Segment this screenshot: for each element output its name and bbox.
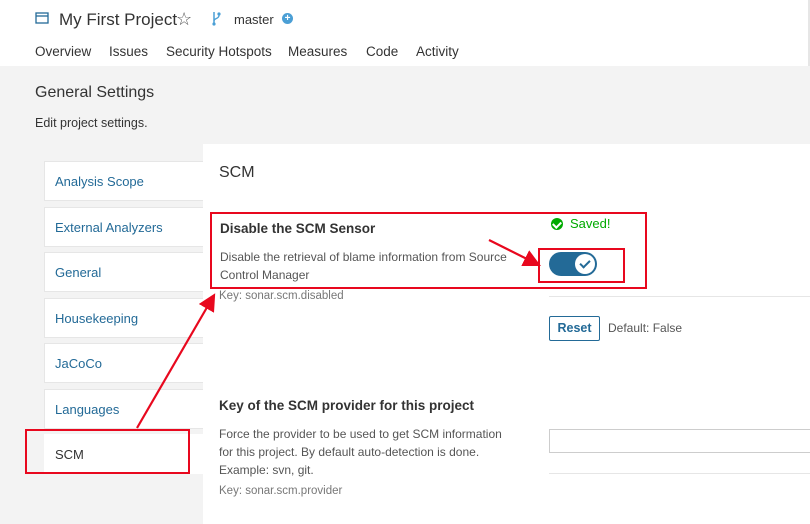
description-line: for this project. By default auto-detect… bbox=[219, 445, 480, 459]
star-icon[interactable]: ☆ bbox=[176, 9, 192, 30]
sidebar-item-label: General bbox=[55, 265, 102, 280]
divider bbox=[549, 296, 810, 297]
sidebar-item-label: External Analyzers bbox=[55, 220, 163, 235]
scm-provider-input[interactable] bbox=[549, 429, 810, 453]
page-subtitle: Edit project settings. bbox=[35, 116, 148, 130]
project-name[interactable]: My First Project bbox=[59, 10, 177, 30]
page-title: General Settings bbox=[35, 84, 155, 101]
sidebar-item-jacoco[interactable]: JaCoCo bbox=[44, 343, 204, 383]
default-value: Default: False bbox=[608, 321, 683, 335]
tab-measures[interactable]: Measures bbox=[288, 44, 347, 59]
setting-key: Key: sonar.scm.disabled bbox=[219, 290, 344, 302]
tab-overview[interactable]: Overview bbox=[35, 44, 91, 59]
tab-code[interactable]: Code bbox=[366, 44, 398, 59]
tab-security-hotspots[interactable]: Security Hotspots bbox=[166, 44, 272, 59]
sidebar-item-label: Languages bbox=[55, 402, 120, 417]
divider bbox=[549, 473, 810, 474]
sidebar-item-languages[interactable]: Languages bbox=[44, 389, 204, 429]
setting-key: Key: sonar.scm.provider bbox=[219, 485, 343, 497]
description-line: Force the provider to be used to get SCM… bbox=[219, 427, 502, 441]
sidebar-item-housekeeping[interactable]: Housekeeping bbox=[44, 298, 204, 338]
sidebar-item-label: Housekeeping bbox=[55, 311, 139, 326]
sidebar-item-general[interactable]: General bbox=[44, 252, 204, 292]
setting-name: Key of the SCM provider for this project bbox=[219, 398, 475, 413]
branch-name[interactable]: master bbox=[234, 12, 274, 27]
sidebar-item-label: Analysis Scope bbox=[55, 174, 144, 189]
description-line: Example: svn, git. bbox=[219, 463, 314, 477]
reset-button[interactable]: Reset bbox=[549, 316, 600, 341]
sidebar-item-external-analyzers[interactable]: External Analyzers bbox=[44, 207, 204, 247]
annotation-box bbox=[538, 248, 625, 283]
branch-icon bbox=[212, 12, 221, 26]
plus-icon[interactable]: + bbox=[282, 13, 293, 24]
project-icon bbox=[35, 12, 49, 24]
sidebar-item-analysis-scope[interactable]: Analysis Scope bbox=[44, 161, 204, 201]
project-header: My First Project ☆ master + Overview Iss… bbox=[0, 0, 810, 66]
tab-issues[interactable]: Issues bbox=[109, 44, 148, 59]
section-title: SCM bbox=[219, 164, 255, 181]
sidebar-item-label: JaCoCo bbox=[55, 356, 102, 371]
annotation-box bbox=[25, 429, 190, 474]
tab-activity[interactable]: Activity bbox=[416, 44, 459, 59]
setting-description: Force the provider to be used to get SCM… bbox=[219, 425, 502, 479]
